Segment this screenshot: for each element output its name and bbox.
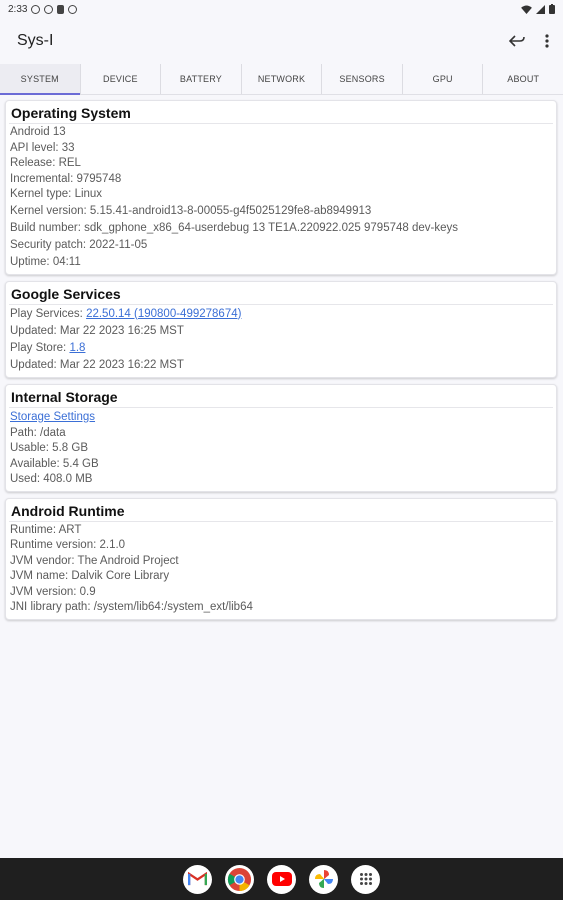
play-store-link[interactable]: 1.8	[69, 342, 85, 354]
google-services-card: Google Services Play Services: 22.50.14 …	[5, 280, 557, 378]
status-bar: 2:33	[0, 0, 563, 18]
card-title: Internal Storage	[9, 387, 553, 408]
app-bar: Sys-I	[0, 18, 563, 64]
tab-about[interactable]: ABOUT	[483, 64, 563, 94]
back-icon[interactable]	[509, 35, 525, 47]
jvm-version: JVM version: 0.9	[10, 585, 96, 598]
build-number: Build number: sdk_gphone_x86_64-userdebu…	[10, 221, 458, 234]
status-right	[521, 4, 555, 14]
incremental: Incremental: 9795748	[10, 172, 122, 185]
play-services-label: Play Services:	[10, 307, 87, 320]
taskbar	[0, 858, 563, 900]
card-title: Android Runtime	[9, 501, 553, 522]
kernel-type: Kernel type: Linux	[10, 188, 103, 200]
storage-settings-row: Storage Settings	[9, 409, 553, 426]
storage-used: Used: 408.0 MB	[10, 473, 93, 485]
storage-usable: Usable: 5.8 GB	[10, 442, 88, 454]
release: Release: REL	[10, 157, 81, 169]
card-title: Operating System	[9, 103, 553, 124]
wifi-icon	[521, 4, 532, 14]
sd-card-icon	[57, 4, 65, 14]
jvm-name: JVM name: Dalvik Core Library	[10, 570, 170, 582]
play-services-updated: Updated: Mar 22 2023 16:25 MST	[10, 324, 184, 337]
photos-icon[interactable]	[309, 864, 338, 894]
runtime-version: Runtime version: 2.1.0	[10, 539, 126, 551]
tab-system[interactable]: SYSTEM	[0, 64, 81, 95]
content: Operating System Android 13 API level: 3…	[0, 95, 563, 620]
notification-icon	[68, 4, 78, 14]
tab-gpu[interactable]: GPU	[403, 64, 484, 94]
tab-battery[interactable]: BATTERY	[161, 64, 242, 94]
play-store-updated: Updated: Mar 22 2023 16:22 MST	[10, 358, 184, 371]
jni-library-path: JNI library path: /system/lib64:/system_…	[10, 601, 253, 613]
tab-bar: SYSTEM DEVICE BATTERY NETWORK SENSORS GP…	[0, 64, 563, 95]
security-patch: Security patch: 2022-11-05	[10, 238, 148, 251]
storage-path: Path: /data	[10, 426, 66, 439]
app-title: Sys-I	[17, 32, 54, 49]
android-runtime-card: Android Runtime Runtime: ART Runtime ver…	[5, 497, 557, 620]
play-services-row: Play Services: 22.50.14 (190800-49927867…	[9, 306, 553, 323]
app-bar-actions	[509, 34, 549, 48]
play-services-link[interactable]: 22.50.14 (190800-499278674)	[86, 308, 241, 320]
operating-system-card: Operating System Android 13 API level: 3…	[5, 100, 557, 275]
battery-icon	[549, 4, 555, 14]
play-store-row: Play Store: 1.8	[9, 340, 553, 357]
overflow-menu-icon[interactable]	[545, 34, 549, 48]
play-store-label: Play Store:	[10, 341, 70, 354]
uptime: Uptime: 04:11	[10, 255, 81, 268]
chrome-icon[interactable]	[225, 864, 254, 894]
runtime-name: Runtime: ART	[10, 523, 82, 536]
gmail-icon[interactable]	[183, 864, 212, 894]
storage-settings-link[interactable]: Storage Settings	[10, 411, 95, 423]
notification-icon	[31, 4, 41, 14]
status-time: 2:33	[8, 3, 28, 15]
tab-network[interactable]: NETWORK	[242, 64, 323, 94]
status-left: 2:33	[8, 3, 78, 15]
api-level: API level: 33	[10, 141, 75, 154]
card-title: Google Services	[9, 284, 553, 305]
jvm-vendor: JVM vendor: The Android Project	[10, 554, 179, 567]
signal-icon	[536, 4, 545, 14]
app-drawer-icon[interactable]	[351, 864, 380, 894]
kernel-version: Kernel version: 5.15.41-android13-8-0005…	[10, 204, 372, 217]
internal-storage-card: Internal Storage Storage Settings Path: …	[5, 383, 557, 492]
storage-available: Available: 5.4 GB	[10, 457, 99, 470]
notification-icon	[44, 4, 54, 14]
youtube-icon[interactable]	[267, 864, 296, 894]
os-version: Android 13	[10, 126, 66, 138]
tab-device[interactable]: DEVICE	[81, 64, 162, 94]
tab-sensors[interactable]: SENSORS	[322, 64, 403, 94]
